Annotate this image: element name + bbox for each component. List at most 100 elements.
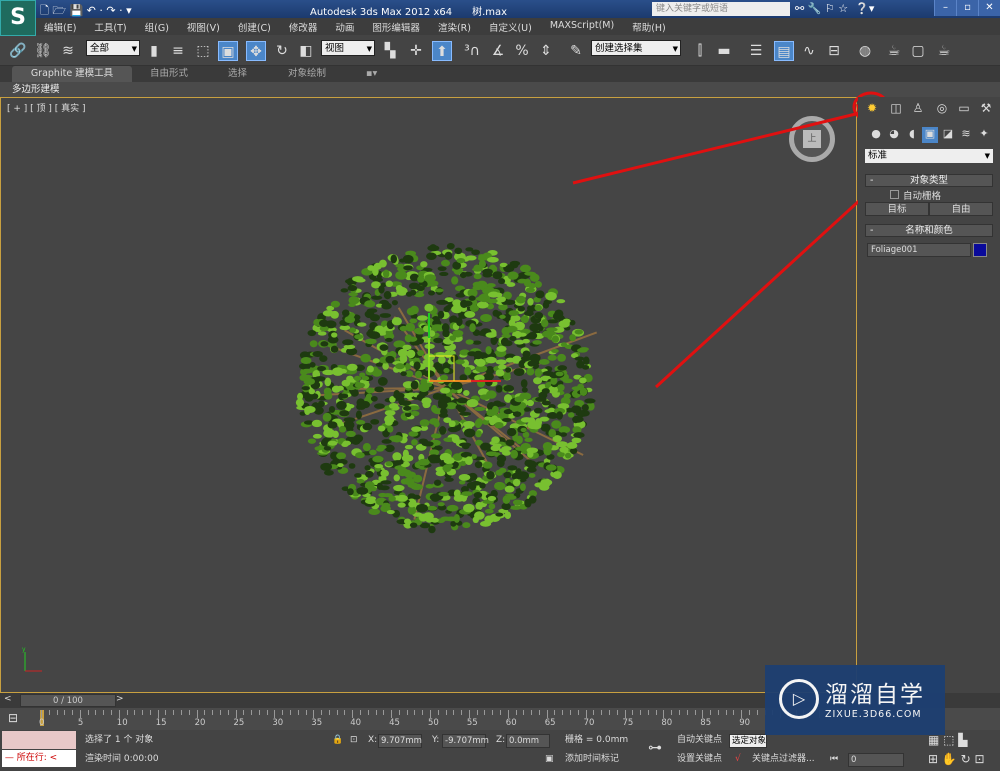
selection-filter-dropdown[interactable]: 全部: [86, 40, 140, 57]
add-time-tag-button[interactable]: 添加时间标记: [565, 751, 619, 768]
percent-snap-icon[interactable]: %: [512, 41, 532, 61]
pivot-icon[interactable]: ▚: [380, 41, 400, 61]
object-name-input[interactable]: Foliage001: [867, 243, 971, 257]
lights-icon[interactable]: ◖: [904, 127, 920, 143]
time-tag-icon[interactable]: ▣: [545, 751, 554, 768]
menu-item[interactable]: 视图(V): [179, 18, 230, 35]
menu-item[interactable]: 帮助(H): [624, 18, 676, 35]
menu-item[interactable]: 自定义(U): [481, 18, 542, 35]
auto-key-button[interactable]: 自动关键点: [677, 732, 722, 749]
menu-item[interactable]: 渲染(R): [430, 18, 481, 35]
graphite-toggle-icon[interactable]: ▤: [774, 41, 794, 61]
render-setup-icon[interactable]: ☕: [884, 41, 904, 61]
move-icon[interactable]: ✥: [246, 41, 266, 61]
scale-icon[interactable]: ◧: [296, 41, 316, 61]
z-coordinate-input[interactable]: 0.0mm: [506, 734, 550, 748]
name-color-rollout[interactable]: - 名称和颜色: [865, 224, 993, 237]
menu-item[interactable]: 创建(C): [230, 18, 281, 35]
ribbon-options-icon[interactable]: ▪▾: [356, 66, 387, 82]
maximize-button[interactable]: ▫: [956, 0, 978, 16]
time-slider-thumb[interactable]: 0 / 100: [20, 694, 116, 707]
bind-space-warp-icon[interactable]: ≋: [58, 41, 78, 61]
material-editor-icon[interactable]: ◍: [855, 41, 875, 61]
snap-toggle-icon[interactable]: ³∩: [462, 41, 482, 61]
key-mode-toggle-icon[interactable]: ⏮: [830, 751, 838, 768]
mirror-icon[interactable]: ⫿: [690, 41, 710, 61]
display-tab-icon[interactable]: ▭: [954, 101, 974, 119]
edit-named-sets-icon[interactable]: ✎: [566, 41, 586, 61]
unlink-icon[interactable]: ⛓: [33, 41, 53, 61]
spinner-snap-icon[interactable]: ⇕: [536, 41, 556, 61]
set-key-button[interactable]: 设置关键点: [677, 751, 722, 768]
menu-item[interactable]: 修改器: [281, 18, 328, 35]
motion-tab-icon[interactable]: ◎: [932, 101, 952, 119]
key-filters-button[interactable]: 关键点过滤器...: [752, 751, 815, 768]
keyboard-shortcut-icon[interactable]: ⬆: [432, 41, 452, 61]
y-coordinate-input[interactable]: -9.707mm: [442, 734, 489, 748]
target-camera-button[interactable]: 目标: [865, 202, 929, 216]
tab-freeform[interactable]: 自由形式: [140, 66, 198, 82]
rendered-frame-icon[interactable]: ▢: [908, 41, 928, 61]
menu-item[interactable]: MAXScript(M): [542, 18, 624, 35]
lock-selection-icon[interactable]: 🔒: [332, 732, 343, 749]
helpers-icon[interactable]: ◪: [940, 127, 956, 143]
key-mode-icon[interactable]: √: [735, 751, 741, 768]
maxscript-line[interactable]: — 所在行: <: [2, 750, 76, 767]
key-icon[interactable]: ⊶: [648, 740, 662, 757]
category-dropdown[interactable]: 标准: [865, 149, 993, 163]
manipulate-icon[interactable]: ✛: [406, 41, 426, 61]
current-frame-input[interactable]: 0: [848, 753, 904, 767]
hierarchy-tab-icon[interactable]: ♙: [908, 101, 928, 119]
app-logo-button[interactable]: S: [0, 0, 36, 36]
modify-tab-icon[interactable]: ◫: [886, 101, 906, 119]
window-crossing-icon[interactable]: ▣: [218, 41, 238, 61]
tab-selection[interactable]: 选择: [218, 66, 257, 82]
utilities-tab-icon[interactable]: ⚒: [976, 101, 996, 119]
reference-coord-dropdown[interactable]: 视图: [321, 40, 375, 57]
curve-editor-icon[interactable]: ∿: [799, 41, 819, 61]
infocenter-icons[interactable]: ⚯ 🔧 ⚐ ☆ ❔▾: [795, 2, 874, 15]
absolute-mode-icon[interactable]: ⊡: [350, 732, 358, 749]
link-icon[interactable]: 🔗: [8, 41, 28, 61]
geometry-icon[interactable]: ●: [868, 127, 884, 143]
angle-snap-icon[interactable]: ∡: [488, 41, 508, 61]
viewport-top[interactable]: [ + ] [ 顶 ] [ 真实 ] 上 y: [0, 97, 857, 693]
viewport-nav-icons-2[interactable]: ⊞ ✋ ↻ ⊡: [928, 751, 985, 768]
next-frame-button[interactable]: >: [116, 694, 124, 704]
menu-item[interactable]: 工具(T): [86, 18, 136, 35]
align-icon[interactable]: ▬: [714, 41, 734, 61]
minimize-button[interactable]: –: [934, 0, 956, 16]
schematic-view-icon[interactable]: ⊟: [824, 41, 844, 61]
shapes-icon[interactable]: ◕: [886, 127, 902, 143]
auto-grid-checkbox[interactable]: 自动栅格: [890, 188, 941, 202]
select-by-name-icon[interactable]: ≡: [168, 41, 188, 61]
free-camera-button[interactable]: 自由: [929, 202, 993, 216]
cameras-icon[interactable]: ▣: [922, 127, 938, 143]
search-input[interactable]: 键入关键字或短语: [652, 2, 790, 16]
menu-item[interactable]: 动画: [327, 18, 364, 35]
x-coordinate-input[interactable]: 9.707mm: [378, 734, 422, 748]
menu-item[interactable]: 图形编辑器: [364, 18, 430, 35]
track-bar-menu-icon[interactable]: ⊟: [8, 711, 18, 725]
selected-objects-dropdown[interactable]: 选定对象: [729, 734, 767, 748]
object-color-swatch[interactable]: [973, 243, 987, 257]
polygon-modeling-label[interactable]: 多边形建模: [12, 84, 60, 95]
prev-frame-button[interactable]: <: [4, 694, 12, 704]
tab-graphite[interactable]: Graphite 建模工具: [12, 66, 132, 82]
layer-manager-icon[interactable]: ☰: [746, 41, 766, 61]
rect-selection-icon[interactable]: ⬚: [193, 41, 213, 61]
object-type-rollout[interactable]: - 对象类型: [865, 174, 993, 187]
maxscript-listener[interactable]: [2, 731, 76, 749]
menu-item[interactable]: 组(G): [137, 18, 179, 35]
tab-object-paint[interactable]: 对象绘制: [278, 66, 336, 82]
menu-item[interactable]: 编辑(E): [36, 18, 86, 35]
space-warps-icon[interactable]: ≋: [958, 127, 974, 143]
systems-icon[interactable]: ✦: [976, 127, 992, 143]
rotate-icon[interactable]: ↻: [272, 41, 292, 61]
named-selection-dropdown[interactable]: 创建选择集: [591, 40, 681, 57]
create-tab-icon[interactable]: ✹: [862, 101, 882, 119]
render-icon[interactable]: ☕: [934, 41, 954, 61]
tree-foliage-object[interactable]: [1, 98, 858, 694]
close-button[interactable]: ✕: [978, 0, 1000, 16]
select-object-icon[interactable]: ▮: [144, 41, 164, 61]
